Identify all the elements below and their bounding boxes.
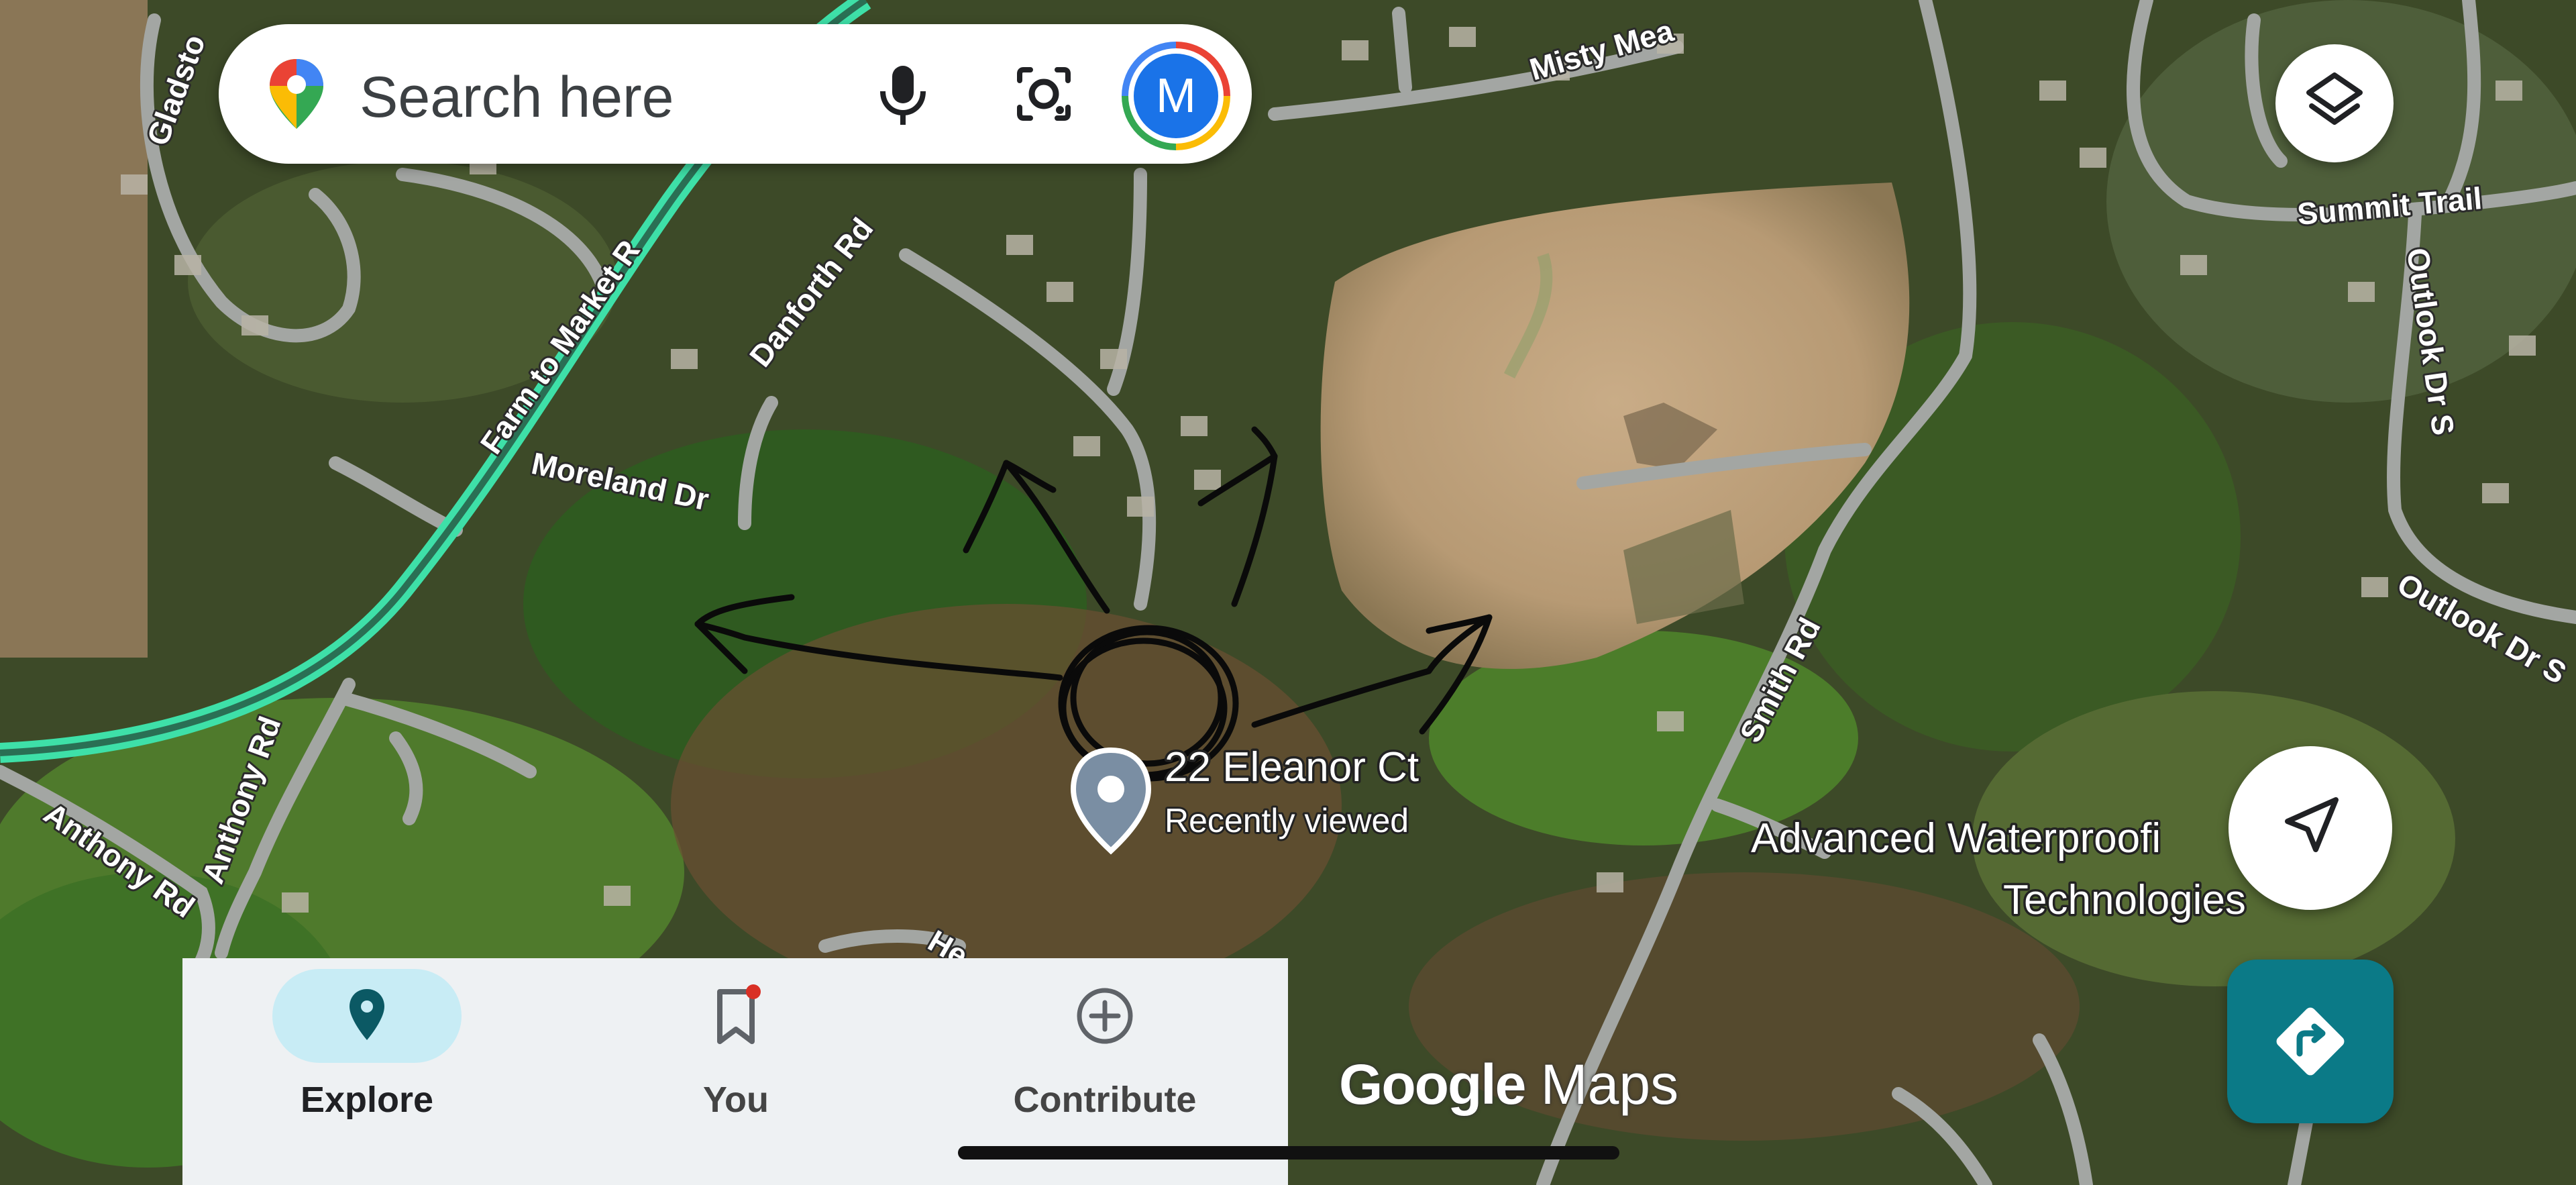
place-subtitle: Recently viewed [1165,802,1409,839]
tab-explore[interactable]: Explore [182,958,518,1185]
tab-contribute-label: Contribute [1013,1080,1197,1120]
add-circle-icon [1077,988,1133,1044]
avatar-letter: M [1134,54,1218,138]
layers-button[interactable] [2275,44,2394,162]
directions-icon [2276,1007,2345,1076]
home-indicator[interactable] [958,1146,1619,1160]
search-input[interactable]: Search here [360,64,674,131]
location-pin-icon [350,989,384,1040]
tab-you[interactable]: You [551,958,887,1185]
account-avatar[interactable]: M [1122,42,1230,150]
notification-dot [746,984,761,999]
business-label-line2[interactable]: Technologies [2001,875,2249,926]
bookmark-icon [717,984,761,1044]
search-bar[interactable]: Search here M [219,24,1252,164]
maps-pin-logo-icon [270,59,323,129]
mic-icon[interactable] [863,54,943,134]
navigation-arrow-icon [2285,797,2339,852]
camera-lens-icon[interactable] [1004,54,1084,134]
layers-icon [2306,72,2363,125]
my-location-button[interactable] [2229,746,2392,910]
tab-explore-label: Explore [300,1080,434,1120]
directions-button[interactable] [2227,960,2394,1123]
tab-you-label: You [703,1080,769,1120]
farm-field [0,0,148,658]
place-name[interactable]: 22 Eleanor Ct [1163,742,1421,793]
google-maps-attribution: Google Maps [1339,1053,1679,1116]
business-label-line1[interactable]: Advanced Waterproofi [1749,813,2163,864]
